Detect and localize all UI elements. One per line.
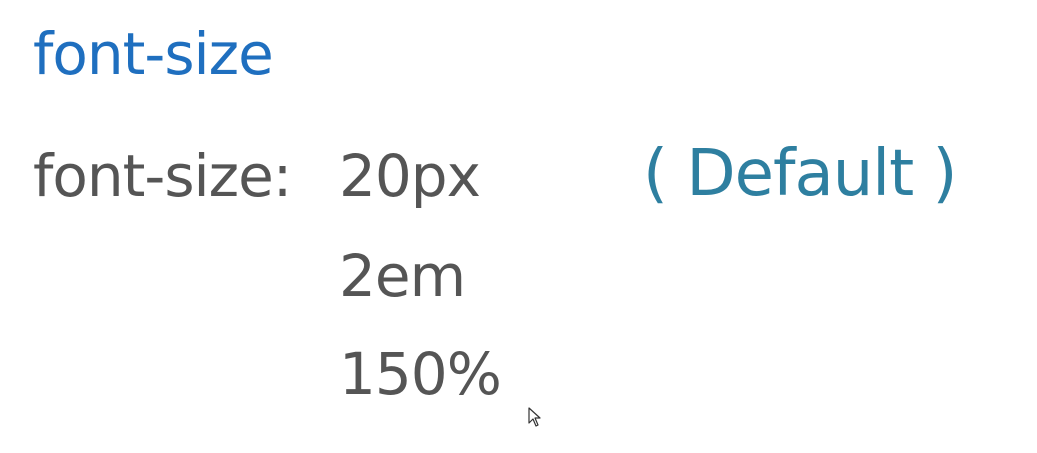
value-item: 150% xyxy=(339,340,502,408)
mouse-pointer-icon xyxy=(528,407,541,427)
default-note: ( Default ) xyxy=(643,137,957,211)
value-item: 2em xyxy=(339,242,466,310)
property-label: font-size: xyxy=(33,142,292,210)
value-item: 20px xyxy=(339,142,481,210)
slide: font-size font-size: 20px 2em 150% ( Def… xyxy=(0,0,1037,453)
slide-title: font-size xyxy=(33,20,274,88)
